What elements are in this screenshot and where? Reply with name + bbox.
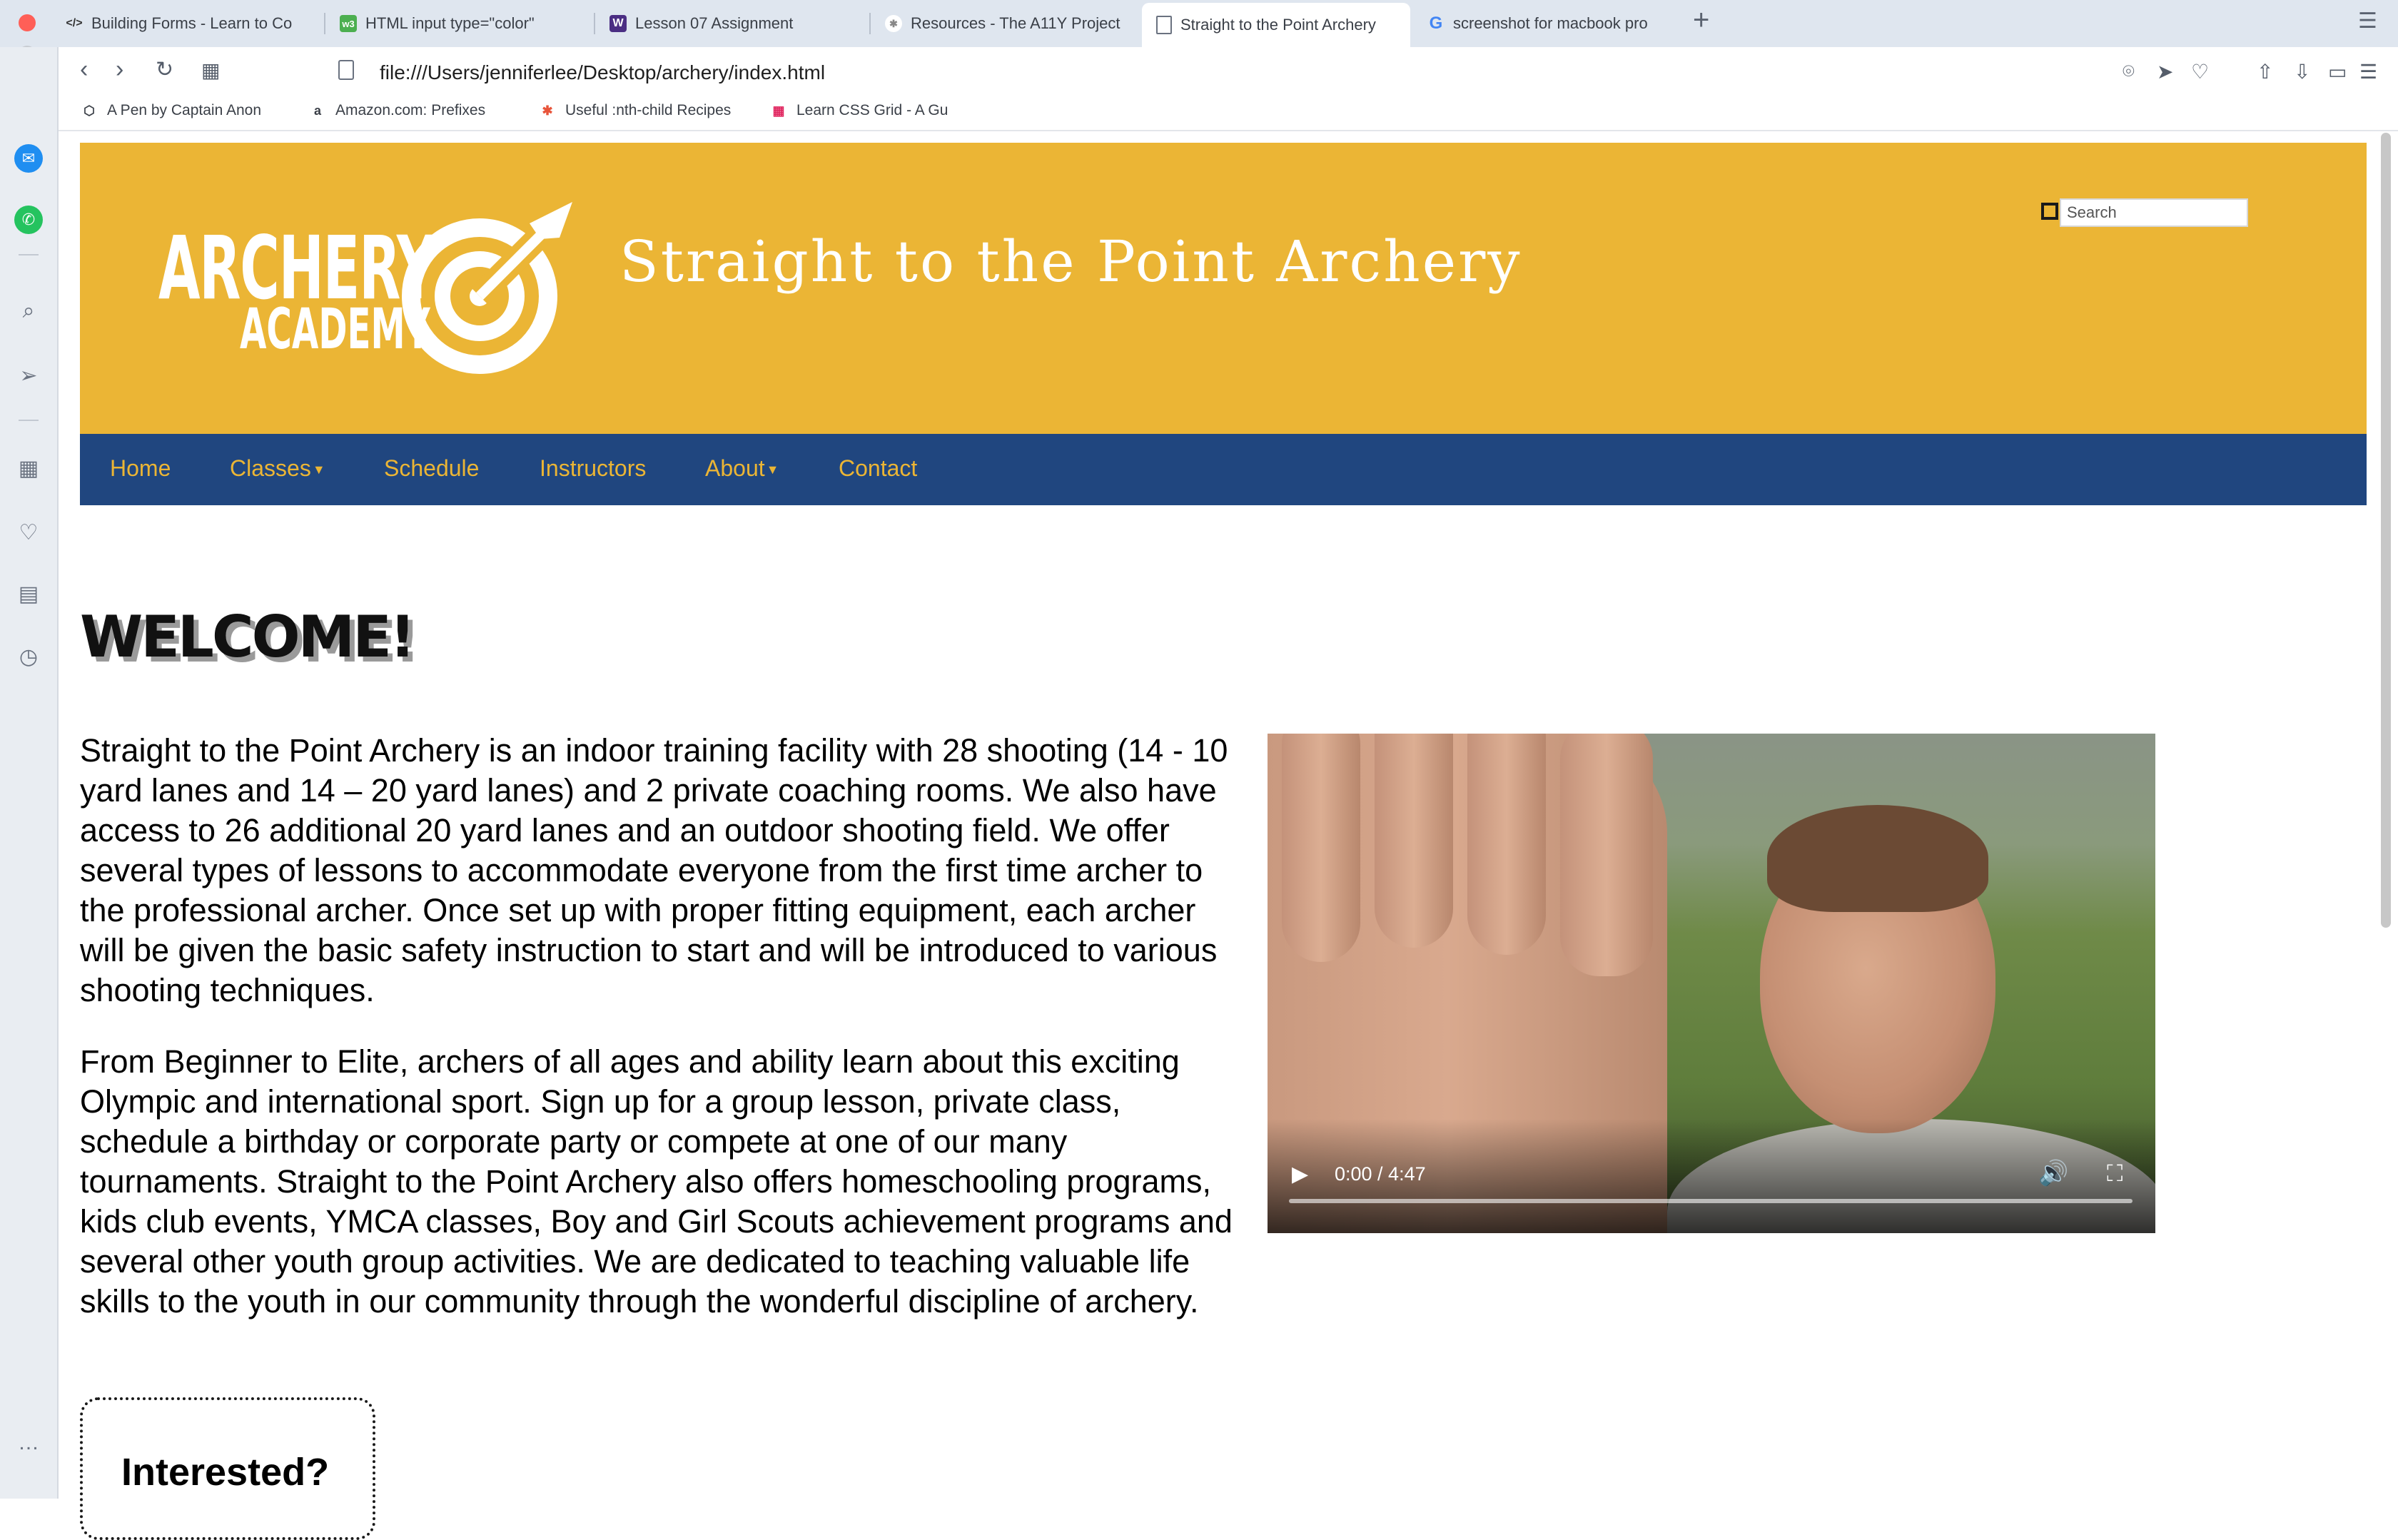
video-progress-bar[interactable] [1289, 1199, 2133, 1203]
search-icon[interactable]: ⌕ [14, 297, 43, 325]
search-input[interactable] [2060, 198, 2248, 227]
archery-academy-logo[interactable]: ARCHERY ACADEMY [158, 196, 587, 382]
play-icon[interactable]: ▶ [1292, 1162, 1308, 1187]
camera-icon[interactable]: ⌾ [2123, 60, 2135, 83]
bookmark-item[interactable]: ▦ Learn CSS Grid - A Gu [769, 101, 948, 120]
video-finger [1375, 734, 1453, 948]
heart-icon[interactable]: ♡ [2191, 60, 2209, 83]
bookmark-label: Amazon.com: Prefixes [335, 102, 486, 118]
chevron-down-icon: ▼ [766, 462, 779, 477]
chevron-down-icon: ▼ [312, 462, 325, 477]
document-icon [1156, 16, 1172, 34]
send-icon[interactable]: ➢ [14, 361, 43, 390]
w-icon: W [609, 15, 627, 32]
search-checkbox[interactable] [2041, 203, 2058, 220]
tab-lesson-07[interactable]: W Lesson 07 Assignment [595, 6, 866, 41]
speed-dial-icon[interactable]: ▦ [14, 454, 43, 482]
browser-sidebar: ✉ ✆ ⌕ ➢ ▦ ♡ ▤ ◷ … [0, 47, 59, 1499]
nav-schedule[interactable]: Schedule [384, 455, 479, 482]
video-finger [1560, 734, 1653, 976]
fullscreen-icon[interactable]: ⛶ [2107, 1160, 2123, 1187]
welcome-heading: WELCOME! [80, 604, 415, 670]
download-icon[interactable]: ⇩ [2294, 60, 2310, 83]
bookmark-label: Learn CSS Grid - A Gu [796, 102, 948, 118]
close-window-button[interactable] [19, 14, 36, 31]
amazon-icon: a [313, 103, 321, 118]
nav-contact[interactable]: Contact [839, 455, 917, 482]
code-icon: </> [66, 17, 83, 29]
messenger-icon[interactable]: ✉ [14, 144, 43, 173]
share-icon[interactable]: ⇧ [2257, 60, 2273, 83]
a11y-icon: ✱ [885, 15, 902, 32]
w3-icon: w3 [340, 15, 357, 32]
bookmark-item[interactable]: ⬡ A Pen by Captain Anon [80, 101, 261, 120]
reload-icon[interactable]: ↻ [156, 57, 173, 82]
interested-title: Interested? [121, 1451, 330, 1494]
new-tab-button[interactable]: + [1693, 4, 1709, 36]
video-finger [1282, 734, 1360, 962]
video-person-hair [1767, 805, 1988, 912]
send-icon[interactable]: ➤ [2157, 60, 2173, 83]
main-nav: Home Classes ▼ Schedule Instructors About… [80, 434, 2367, 505]
bookmark-item[interactable]: a Amazon.com: Prefixes [308, 101, 485, 120]
tab-label: Resources - The A11Y Project [911, 14, 1120, 32]
tab-label: screenshot for macbook pro [1453, 14, 1648, 32]
sidebar-divider [19, 420, 39, 421]
tab-screenshot-search[interactable]: G screenshot for macbook pro [1413, 6, 1681, 41]
page-scrollbar[interactable] [2381, 133, 2391, 928]
nav-label: Contact [839, 455, 918, 481]
forward-icon[interactable]: › [116, 56, 123, 83]
nav-about[interactable]: About ▼ [705, 455, 779, 482]
target-icon [402, 202, 572, 374]
page-icon [338, 60, 354, 80]
tab-label: Lesson 07 Assignment [635, 14, 794, 32]
video-time: 0:00 / 4:47 [1335, 1163, 1426, 1185]
tab-label: Straight to the Point Archery [1180, 16, 1376, 34]
battery-icon[interactable]: ▭ [2328, 60, 2347, 83]
video-player[interactable]: ▶ 0:00 / 4:47 🔊 ⛶ [1268, 734, 2155, 1233]
css-tricks-icon: ✱ [542, 103, 553, 118]
site-header: ARCHERY ACADEMY Straight to the Point Ar… [80, 143, 2367, 434]
tab-menu-icon[interactable]: ☰ [2358, 9, 2377, 34]
programs-paragraph: From Beginner to Elite, archers of all a… [80, 1043, 1233, 1319]
site-title: Straight to the Point Archery [619, 228, 1522, 295]
address-toolbar: ‹ › ↻ ▦ file:///Users/jenniferlee/Deskto… [59, 47, 2398, 96]
tab-html-input-color[interactable]: w3 HTML input type="color" [325, 6, 587, 41]
nav-label: About [705, 455, 765, 481]
tab-bar: </> Building Forms - Learn to Co w3 HTML… [0, 0, 2398, 94]
tab-label: HTML input type="color" [365, 14, 535, 32]
grid-icon: ▦ [772, 103, 785, 118]
nav-instructors[interactable]: Instructors [540, 455, 646, 482]
video-finger [1467, 734, 1546, 955]
news-icon[interactable]: ▤ [14, 579, 43, 608]
heart-icon[interactable]: ♡ [14, 518, 43, 547]
bookmark-item[interactable]: ✱ Useful :nth-child Recipes [538, 101, 731, 120]
tab-straight-to-the-point[interactable]: Straight to the Point Archery [1142, 3, 1410, 47]
intro-paragraph: Straight to the Point Archery is an indo… [80, 732, 1228, 1008]
bookmark-label: Useful :nth-child Recipes [565, 102, 732, 118]
back-icon[interactable]: ‹ [80, 56, 88, 83]
nav-home[interactable]: Home [110, 455, 171, 482]
bookmark-label: A Pen by Captain Anon [107, 102, 261, 118]
nav-label: Home [110, 455, 171, 481]
interested-box: Interested? [80, 1397, 375, 1540]
google-icon: G [1429, 14, 1443, 33]
more-icon[interactable]: … [14, 1429, 43, 1457]
tab-label: Building Forms - Learn to Co [91, 14, 293, 32]
tab-a11y-resources[interactable]: ✱ Resources - The A11Y Project [871, 6, 1139, 41]
menu-icon[interactable]: ☰ [2359, 60, 2377, 83]
nav-classes[interactable]: Classes ▼ [230, 455, 325, 482]
volume-icon[interactable]: 🔊 [2038, 1159, 2068, 1187]
nav-label: Classes [230, 455, 311, 481]
nav-label: Instructors [540, 455, 647, 481]
sidebar-divider [19, 254, 39, 255]
url-field[interactable]: file:///Users/jenniferlee/Desktop/archer… [380, 61, 825, 84]
nav-label: Schedule [384, 455, 480, 481]
tab-building-forms[interactable]: </> Building Forms - Learn to Co [51, 6, 320, 41]
codepen-icon: ⬡ [84, 103, 95, 118]
speed-dial-icon[interactable]: ▦ [201, 59, 220, 82]
bookmarks-bar: ⬡ A Pen by Captain Anon a Amazon.com: Pr… [59, 96, 2398, 131]
whatsapp-icon[interactable]: ✆ [14, 206, 43, 234]
history-icon[interactable]: ◷ [14, 642, 43, 671]
